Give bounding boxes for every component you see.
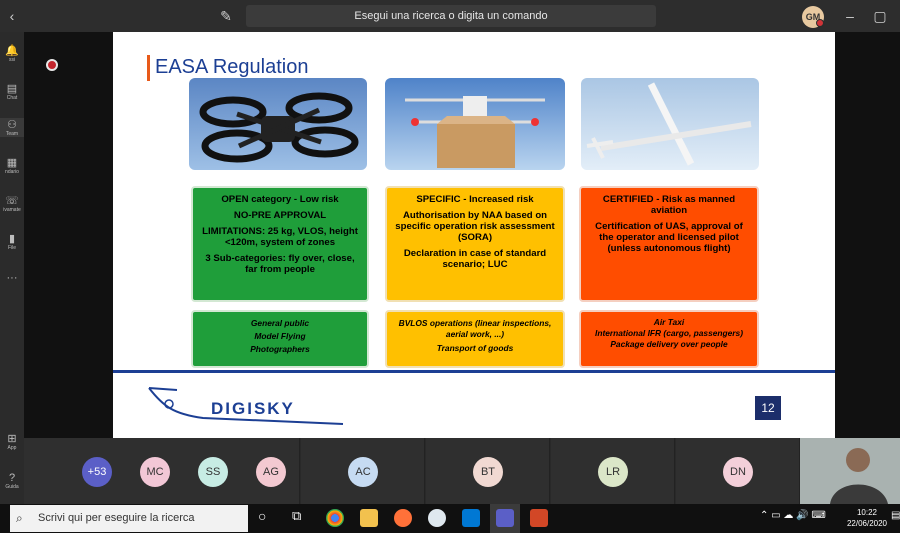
participant-avatar[interactable]: MC — [140, 457, 170, 487]
rail-item-calls[interactable]: ☏ ivamate — [0, 194, 24, 213]
chat-icon: ▤ — [6, 83, 18, 95]
photo-fixed-wing-uas — [581, 78, 759, 170]
firefox-icon[interactable] — [394, 509, 412, 527]
presence-busy-icon — [816, 19, 824, 27]
photos-icon[interactable] — [428, 509, 446, 527]
slide-title: EASA Regulation — [155, 56, 309, 78]
phone-icon: ☏ — [5, 195, 19, 207]
maximize-icon[interactable]: ▢ — [870, 0, 890, 32]
slide-page-number: 12 — [755, 396, 781, 420]
delivery-drone-icon — [405, 96, 545, 168]
open-category-box: OPEN category - Low risk NO-PRE APPROVAL… — [191, 186, 369, 302]
command-search-input[interactable]: Esegui una ricerca o digita un comando — [246, 5, 656, 27]
chrome-icon[interactable] — [326, 509, 344, 527]
open-examples-box: General public Model Flying Photographer… — [191, 310, 369, 368]
rail-item-teams[interactable]: ⚇ Team — [0, 118, 24, 137]
participant-avatar[interactable]: AG — [256, 457, 286, 487]
quadcopter-drone-icon — [199, 92, 359, 163]
rail-item-apps[interactable]: ⊞ App — [0, 432, 24, 451]
left-app-rail: 🔔 ssi ▤ Chat ⚇ Team ▦ ndario ☏ ivamate ▮ File … — [0, 32, 24, 504]
search-icon: ⌕ — [16, 511, 23, 525]
file-icon: ▮ — [8, 233, 16, 245]
calendar-icon: ▦ — [6, 157, 18, 169]
rail-item-files[interactable]: ▮ File — [0, 232, 24, 251]
powerpoint-icon[interactable] — [530, 509, 548, 527]
back-arrow-icon[interactable]: ‹ — [2, 0, 22, 32]
participant-avatar[interactable]: SS — [198, 457, 228, 487]
file-explorer-icon[interactable] — [360, 509, 378, 527]
mail-icon[interactable] — [462, 509, 480, 527]
rail-item-more[interactable]: ··· — [0, 272, 24, 284]
taskbar-clock[interactable]: 10:22 22/06/2020 — [842, 507, 892, 529]
title-accent-bar — [147, 55, 150, 81]
rail-item-activity[interactable]: 🔔 ssi — [0, 44, 24, 63]
recording-indicator-icon — [46, 59, 58, 71]
shared-slide: EASA Regulation OPEN category - Low risk… — [113, 32, 835, 438]
app-title-bar: ‹ ✎ Esegui una ricerca o digita un coman… — [0, 0, 900, 32]
photo-quadcopter — [189, 78, 367, 170]
participant-avatar[interactable]: DN — [723, 457, 753, 487]
compose-icon[interactable]: ✎ — [216, 0, 236, 32]
rail-item-calendar[interactable]: ▦ ndario — [0, 156, 24, 175]
participant-avatar[interactable]: AC — [348, 457, 378, 487]
apps-icon: ⊞ — [7, 433, 17, 445]
rail-item-help[interactable]: ? Guida — [0, 472, 24, 490]
bell-icon: 🔔 — [5, 45, 19, 57]
certified-category-box: CERTIFIED - Risk as manned aviation Cert… — [579, 186, 759, 302]
participant-video[interactable] — [800, 438, 900, 504]
system-tray-icon[interactable]: ⌃ ▭ ☁ 🔊 ⌨ — [760, 510, 826, 521]
specific-examples-box: BVLOS operations (linear inspections, ae… — [385, 310, 565, 368]
specific-category-box: SPECIFIC - Increased risk Authorisation … — [385, 186, 565, 302]
participant-avatar[interactable]: BT — [473, 457, 503, 487]
teams-icon: ⚇ — [7, 119, 17, 131]
photo-delivery-drone — [385, 78, 565, 170]
rail-item-chat[interactable]: ▤ Chat — [0, 82, 24, 101]
participant-avatar[interactable]: LR — [598, 457, 628, 487]
teams-icon[interactable] — [496, 509, 514, 527]
minimize-icon[interactable]: – — [840, 0, 860, 32]
more-icon: ··· — [6, 272, 18, 284]
more-participants-badge[interactable]: +53 — [82, 457, 112, 487]
digisky-logo-text: DIGISKY — [211, 399, 295, 418]
help-icon: ? — [8, 472, 16, 484]
slide-divider — [113, 370, 835, 373]
cortana-icon[interactable]: ○ — [258, 508, 266, 524]
notification-icon[interactable]: ▤ — [891, 510, 900, 521]
person-video-icon — [800, 438, 900, 504]
taskbar-search-input[interactable]: Scrivi qui per eseguire la ricerca — [10, 505, 248, 532]
task-view-icon[interactable]: ⧉ — [292, 508, 301, 524]
certified-examples-box: Air Taxi International IFR (cargo, passe… — [579, 310, 759, 368]
fixed-wing-aircraft-icon — [586, 82, 752, 166]
